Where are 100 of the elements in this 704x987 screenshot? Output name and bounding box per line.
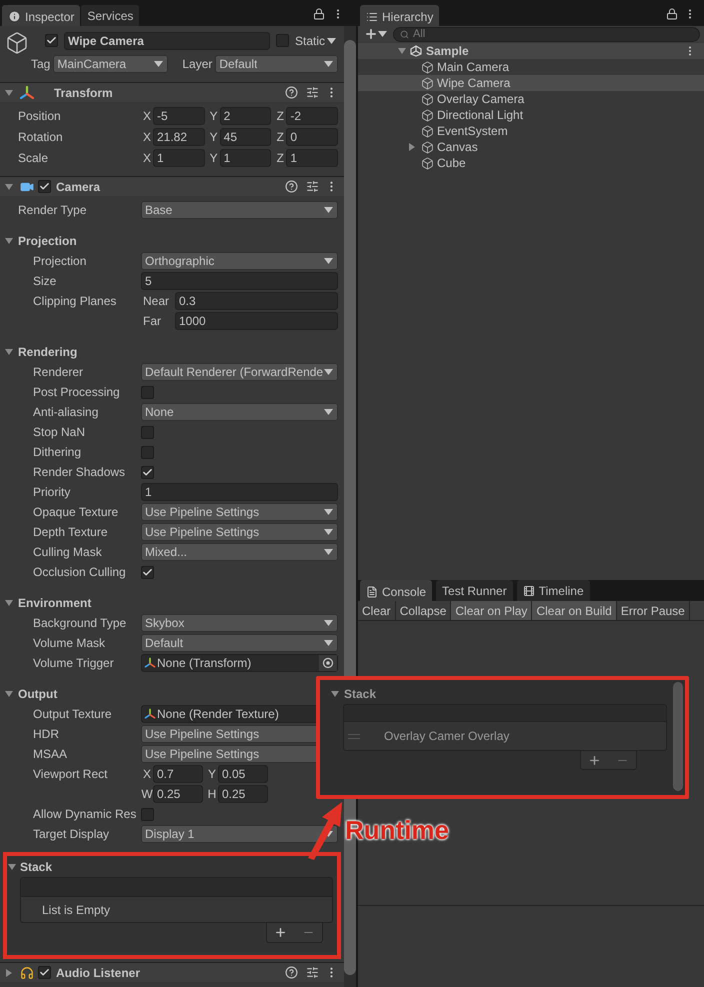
layer-label: Layer xyxy=(182,56,212,72)
input-field[interactable]: 0.05 xyxy=(218,765,268,783)
lock-icon[interactable] xyxy=(666,8,678,20)
drag-handle-icon[interactable] xyxy=(348,734,360,738)
object-field[interactable]: None (Transform) xyxy=(141,654,338,672)
property-label: Priority xyxy=(33,484,70,501)
dropdown[interactable]: Orthographic xyxy=(141,252,338,270)
panel-tab[interactable]: Services xyxy=(81,5,140,26)
caret-icon xyxy=(324,620,333,626)
foldout-arrow-icon[interactable] xyxy=(5,237,13,245)
property-label: Rotation xyxy=(18,129,63,146)
foldout-arrow-icon[interactable] xyxy=(5,182,13,190)
panel-tab[interactable]: Inspector xyxy=(2,5,80,26)
dropdown[interactable]: MainCamera xyxy=(53,54,168,72)
dropdown[interactable]: Default Renderer (ForwardRende xyxy=(141,363,338,381)
toolbar-toggle[interactable]: Clear on Build xyxy=(532,601,617,620)
dropdown[interactable]: Display 1 xyxy=(141,825,338,843)
static-checkbox[interactable] xyxy=(276,34,289,47)
add-icon[interactable] xyxy=(274,926,288,939)
input-field[interactable]: 0.25 xyxy=(218,785,268,803)
axis-label: Y xyxy=(208,108,219,125)
hierarchy-item[interactable]: Canvas xyxy=(358,139,704,155)
panel-tab[interactable]: Console xyxy=(360,580,432,601)
help-icon[interactable] xyxy=(285,86,298,99)
input-field[interactable]: 0.25 xyxy=(153,785,203,803)
hierarchy-item[interactable]: Overlay Camera xyxy=(358,91,704,107)
help-icon[interactable] xyxy=(285,180,298,193)
dropdown[interactable]: None xyxy=(141,403,338,421)
input-field[interactable]: 45 xyxy=(220,128,272,146)
checkbox[interactable] xyxy=(141,466,154,478)
toolbar-toggle[interactable]: Error Pause xyxy=(616,601,690,620)
foldout-arrow-icon[interactable] xyxy=(398,47,406,55)
hierarchy-item[interactable]: Cube xyxy=(358,155,704,171)
input-field[interactable]: 1 xyxy=(153,149,205,167)
checkbox[interactable] xyxy=(141,808,154,820)
property-label: Depth Texture xyxy=(33,524,108,541)
input-field[interactable]: -5 xyxy=(153,107,205,125)
foldout-arrow-icon[interactable] xyxy=(5,88,13,96)
dropdown[interactable]: Use Pipeline Settings xyxy=(141,523,338,541)
add-icon[interactable] xyxy=(588,754,602,766)
input-field[interactable]: 2 xyxy=(220,107,272,125)
hierarchy-item[interactable]: Main Camera xyxy=(358,59,704,75)
axis-label: Z xyxy=(276,129,286,146)
checkbox[interactable] xyxy=(141,566,154,578)
input-field[interactable]: 1 xyxy=(286,149,338,167)
axis-label: Y xyxy=(208,129,219,146)
axis-label: Y xyxy=(208,150,219,167)
foldout-arrow-icon[interactable] xyxy=(331,690,339,698)
target-icon[interactable] xyxy=(319,655,337,671)
hierarchy-item[interactable]: Wipe Camera xyxy=(358,75,704,91)
enabled-checkbox[interactable] xyxy=(38,966,51,979)
dropdown[interactable]: Base xyxy=(141,201,338,219)
foldout-arrow-icon[interactable] xyxy=(5,348,13,356)
sliders-icon[interactable] xyxy=(306,86,319,99)
help-icon[interactable] xyxy=(285,966,298,979)
lock-icon[interactable] xyxy=(313,8,325,20)
input-field[interactable]: 0.3 xyxy=(175,292,338,310)
input-field[interactable]: 1000 xyxy=(175,312,338,330)
input-field[interactable]: 1 xyxy=(141,483,338,501)
input-field[interactable]: -2 xyxy=(286,107,338,125)
dropdown[interactable]: Skybox xyxy=(141,614,338,632)
foldout-arrow-icon[interactable] xyxy=(8,863,16,871)
checkbox[interactable] xyxy=(141,426,154,438)
caret-icon xyxy=(324,509,333,515)
sliders-icon[interactable] xyxy=(306,966,319,979)
dropdown[interactable]: Use Pipeline Settings xyxy=(141,503,338,521)
panel-tab[interactable]: Hierarchy xyxy=(360,5,440,26)
static-dropdown[interactable]: Static xyxy=(295,32,336,50)
sliders-icon[interactable] xyxy=(306,180,319,193)
create-button[interactable] xyxy=(364,27,387,41)
input-field[interactable]: 0 xyxy=(286,128,338,146)
panel-tab[interactable]: Timeline xyxy=(516,580,590,601)
name-field[interactable]: Wipe Camera xyxy=(64,32,270,50)
enabled-checkbox[interactable] xyxy=(38,180,51,193)
input-field[interactable]: 5 xyxy=(141,272,338,290)
active-checkbox[interactable] xyxy=(45,34,58,47)
caret-icon xyxy=(324,258,333,264)
dropdown[interactable]: Default xyxy=(141,634,338,652)
toolbar-toggle[interactable]: Clear on Play xyxy=(451,601,532,620)
property-label: Anti-aliasing xyxy=(33,404,98,421)
dropdown[interactable]: Default xyxy=(215,54,338,72)
foldout-arrow-icon[interactable] xyxy=(5,599,13,607)
toolbar-toggle[interactable]: Clear xyxy=(358,601,396,620)
hierarchy-item[interactable]: Directional Light xyxy=(358,107,704,123)
checkbox[interactable] xyxy=(141,446,154,458)
checkbox[interactable] xyxy=(141,386,154,398)
input-field[interactable]: 21.82 xyxy=(153,128,205,146)
dropdown[interactable]: Mixed... xyxy=(141,543,338,561)
input-field[interactable]: 0.7 xyxy=(153,765,203,783)
panel-tab[interactable]: Test Runner xyxy=(436,580,513,601)
hierarchy-item[interactable]: EventSystem xyxy=(358,123,704,139)
info-icon xyxy=(8,10,21,23)
foldout-arrow-icon[interactable] xyxy=(5,968,13,976)
scene-row[interactable]: Sample xyxy=(358,43,704,59)
input-field[interactable]: 1 xyxy=(220,149,272,167)
foldout-arrow-icon[interactable] xyxy=(408,143,416,151)
property-label: Output Texture xyxy=(33,706,112,723)
caret-icon xyxy=(324,207,333,213)
foldout-arrow-icon[interactable] xyxy=(5,690,13,698)
axis-label: H xyxy=(206,786,218,803)
